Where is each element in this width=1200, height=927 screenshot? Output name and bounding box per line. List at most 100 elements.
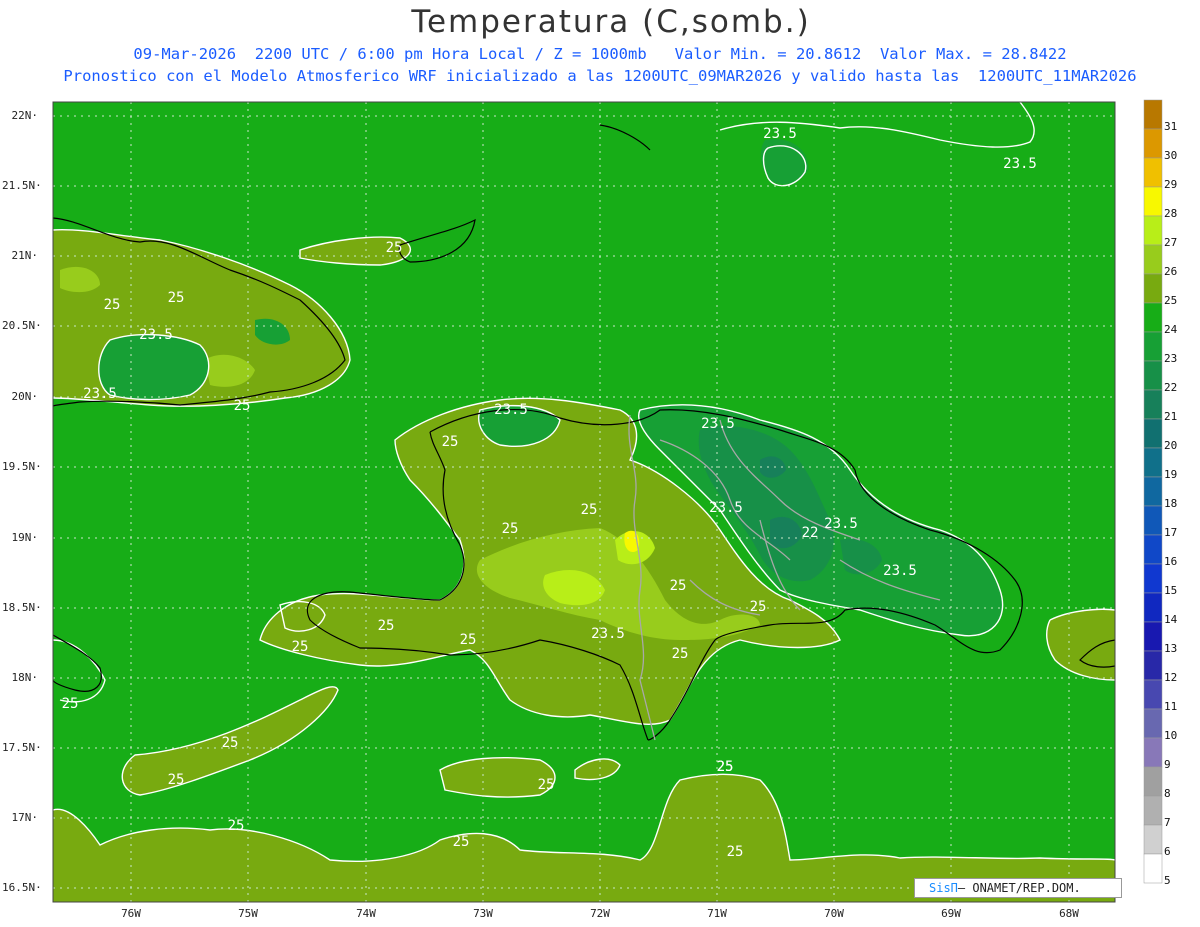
colorbar-label: 15 xyxy=(1164,584,1178,597)
colorbar-swatch xyxy=(1143,360,1163,391)
colorbar-swatch xyxy=(1143,592,1163,623)
brand-logo-text: SisΠ xyxy=(929,881,958,895)
contour-label: 25 xyxy=(717,759,734,775)
colorbar-swatch xyxy=(1143,737,1163,768)
contour-label: 25 xyxy=(453,834,470,850)
contour-label: 25 xyxy=(750,599,767,615)
contour-label: 23.5 xyxy=(701,416,735,432)
latitude-label: 21N· xyxy=(11,249,39,262)
contour-label: 23.5 xyxy=(591,626,625,642)
longitude-label: 74W xyxy=(356,907,376,920)
latitude-label: 19.5N· xyxy=(2,460,42,473)
colorbar-label: 25 xyxy=(1164,294,1178,307)
latitude-label: 17.5N· xyxy=(2,741,42,754)
contour-label: 25 xyxy=(168,772,185,788)
contour-label: 23.5 xyxy=(139,327,173,343)
colorbar-label: 6 xyxy=(1164,845,1171,858)
contour-label: 25 xyxy=(538,777,555,793)
contour-label: 25 xyxy=(292,639,309,655)
contour-label: 25 xyxy=(62,696,79,712)
colorbar-label: 11 xyxy=(1164,700,1178,713)
colorbar-label: 18 xyxy=(1164,497,1178,510)
contour-label: 25 xyxy=(670,578,687,594)
longitude-label: 71W xyxy=(707,907,727,920)
colorbar-swatch xyxy=(1143,302,1163,333)
longitude-label: 72W xyxy=(590,907,610,920)
contour-label: 25 xyxy=(672,646,689,662)
colorbar-label: 29 xyxy=(1164,178,1178,191)
colorbar-swatch xyxy=(1143,766,1163,797)
latitude-label: 19N· xyxy=(11,531,39,544)
colorbar-swatch xyxy=(1143,708,1163,739)
longitude-label: 69W xyxy=(941,907,961,920)
colorbar-swatch xyxy=(1143,215,1163,246)
colorbar-label: 20 xyxy=(1164,439,1178,452)
contour-label: 22 xyxy=(802,525,819,541)
colorbar-label: 9 xyxy=(1164,758,1171,771)
colorbar-swatch xyxy=(1143,244,1163,275)
colorbar-label: 31 xyxy=(1164,120,1178,133)
latitude-label: 18.5N· xyxy=(2,601,42,614)
colorbar-label: 8 xyxy=(1164,787,1171,800)
colorbar-label: 5 xyxy=(1164,874,1171,887)
contour-label: 25 xyxy=(222,735,239,751)
colorbar-label: 17 xyxy=(1164,526,1178,539)
colorbar-label: 16 xyxy=(1164,555,1178,568)
colorbar-swatch xyxy=(1143,795,1163,826)
colorbar-swatch xyxy=(1143,157,1163,188)
contour-label: 25 xyxy=(727,844,744,860)
contour-label: 23.5 xyxy=(709,500,743,516)
contour-label: 25 xyxy=(378,618,395,634)
colorbar-swatch xyxy=(1143,650,1163,681)
colorbar-label: 28 xyxy=(1164,207,1178,220)
latitude-label: 17N· xyxy=(11,811,39,824)
contour-label: 25 xyxy=(502,521,519,537)
colorbar-swatch xyxy=(1143,534,1163,565)
contour-label: 23.5 xyxy=(83,386,117,402)
longitude-label: 73W xyxy=(473,907,493,920)
colorbar-label: 7 xyxy=(1164,816,1171,829)
colorbar-swatch xyxy=(1143,853,1163,884)
contour-label: 23.5 xyxy=(763,126,797,142)
colorbar-swatch xyxy=(1143,447,1163,478)
latitude-label: 20.5N· xyxy=(2,319,42,332)
colorbar-swatch xyxy=(1143,679,1163,710)
colorbar-label: 10 xyxy=(1164,729,1178,742)
latitude-label: 20N· xyxy=(11,390,39,403)
colorbar-swatch xyxy=(1143,331,1163,362)
colorbar-swatch xyxy=(1143,418,1163,449)
longitude-label: 75W xyxy=(238,907,258,920)
temperature-map: 23.5 23.5 25 25 25 23.5 23.5 25 23.5 25 23.5 25 25 23… xyxy=(52,99,1163,903)
contour-label: 25 xyxy=(104,297,121,313)
contour-label: 23.5 xyxy=(824,516,858,532)
contour-label: 25 xyxy=(442,434,459,450)
colorbar-label: 23 xyxy=(1164,352,1178,365)
contour-label: 25 xyxy=(228,818,245,834)
contour-label: 25 xyxy=(386,240,403,256)
colorbar-swatch xyxy=(1143,186,1163,217)
colorbar-label: 26 xyxy=(1164,265,1178,278)
colorbar-label: 13 xyxy=(1164,642,1178,655)
contour-label: 25 xyxy=(581,502,598,518)
contour-label: 25 xyxy=(460,632,477,648)
colorbar-label: 22 xyxy=(1164,381,1178,394)
temperature-colorbar xyxy=(1143,99,1163,884)
contour-label: 23.5 xyxy=(883,563,917,579)
colorbar-label: 27 xyxy=(1164,236,1178,249)
longitude-label: 76W xyxy=(121,907,141,920)
colorbar-label: 30 xyxy=(1164,149,1178,162)
colorbar-label: 12 xyxy=(1164,671,1178,684)
colorbar-swatch xyxy=(1143,273,1163,304)
contour-label: 23.5 xyxy=(494,402,528,418)
longitude-label: 68W xyxy=(1059,907,1079,920)
credit-text: – ONAMET/REP.DOM. xyxy=(957,881,1081,895)
colorbar-label: 24 xyxy=(1164,323,1178,336)
colorbar-label: 21 xyxy=(1164,410,1178,423)
colorbar-swatch xyxy=(1143,99,1163,130)
latitude-label: 16.5N· xyxy=(2,881,42,894)
colorbar-swatch xyxy=(1143,621,1163,652)
colorbar-swatch xyxy=(1143,505,1163,536)
colorbar-label: 14 xyxy=(1164,613,1178,626)
colorbar-swatch xyxy=(1143,128,1163,159)
colorbar-swatch xyxy=(1143,563,1163,594)
